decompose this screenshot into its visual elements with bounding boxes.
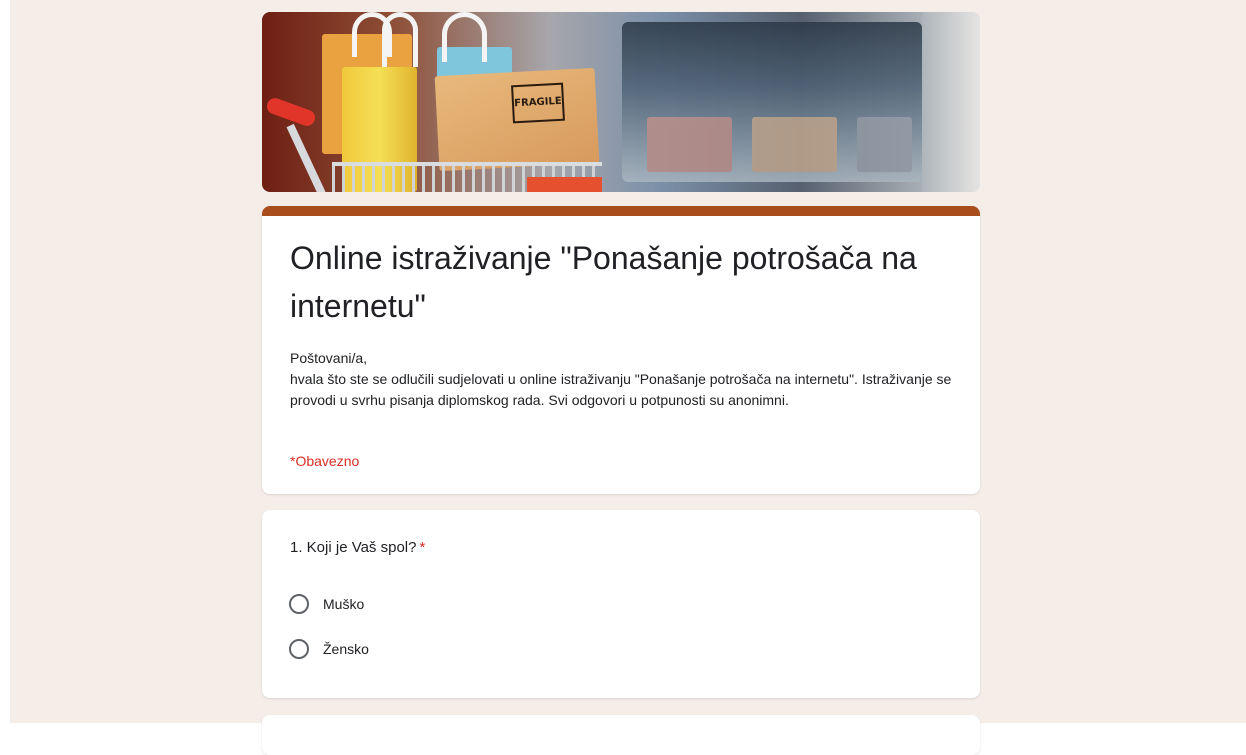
banner-cart-handle bbox=[264, 95, 318, 129]
form-description: Poštovani/a, hvala što ste se odlučili s… bbox=[290, 348, 970, 411]
question-card: 1. Koji je Vaš spol? * Muško Žensko bbox=[262, 510, 980, 698]
radio-option-label: Žensko bbox=[323, 641, 369, 657]
required-asterisk: * bbox=[419, 539, 426, 556]
form-container: FRAGILE Online istraživanje "Ponašanje p… bbox=[262, 12, 980, 755]
required-note: *Obavezno bbox=[290, 453, 360, 469]
radio-option-zensko[interactable]: Žensko bbox=[289, 637, 369, 661]
radio-option-musko[interactable]: Muško bbox=[289, 592, 364, 616]
radio-unchecked-icon[interactable] bbox=[289, 594, 309, 614]
next-question-card bbox=[262, 715, 980, 755]
question-title-text: 1. Koji je Vaš spol? bbox=[290, 539, 417, 556]
radio-unchecked-icon[interactable] bbox=[289, 639, 309, 659]
banner-fragile-label: FRAGILE bbox=[511, 82, 565, 124]
radio-option-label: Muško bbox=[323, 596, 365, 612]
form-description-body: hvala što ste se odlučili sudjelovati u … bbox=[290, 371, 952, 408]
question-title: 1. Koji je Vaš spol? * bbox=[290, 539, 425, 556]
form-title-card: Online istraživanje "Ponašanje potrošača… bbox=[262, 206, 980, 494]
banner-laptop-screen bbox=[622, 22, 922, 182]
form-title: Online istraživanje "Ponašanje potrošača… bbox=[290, 240, 917, 324]
header-banner-image: FRAGILE bbox=[262, 12, 980, 192]
form-description-greeting: Poštovani/a, bbox=[290, 350, 368, 366]
